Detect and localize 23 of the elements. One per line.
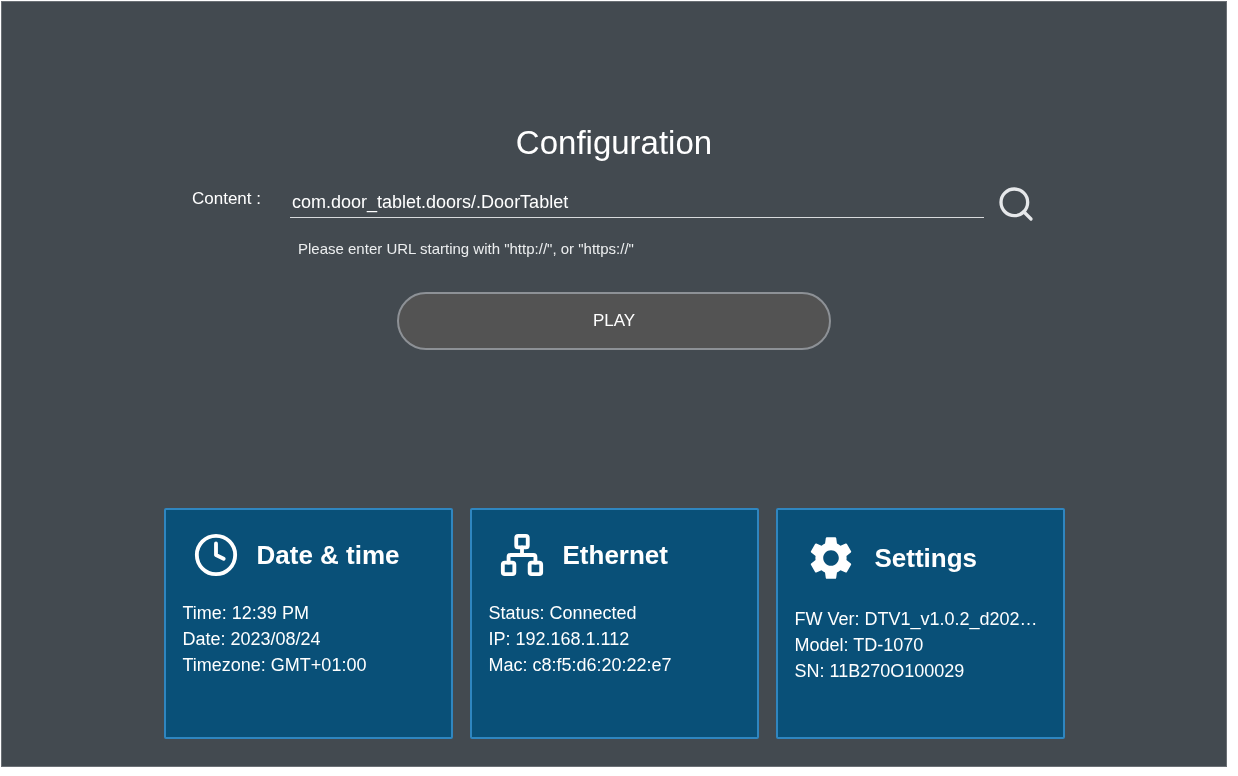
info-line: Status: Connected [488, 602, 638, 625]
content-field[interactable]: com.door_tablet.doors/.DoorTablet [290, 190, 984, 218]
content-label: Content : [192, 189, 262, 209]
play-button[interactable]: PLAY [397, 292, 831, 350]
info-line: Time: 12:39 PM [182, 602, 310, 625]
info-card[interactable]: Settings FW Ver: DTV1_v1.0.2_d202… Model: TD-1070 SN: 11B270O100029 [775, 508, 1065, 739]
clock-icon [192, 532, 239, 578]
card-title: Settings [874, 542, 978, 574]
network-icon [498, 532, 545, 578]
card-title: Date & time [256, 539, 400, 571]
info-card[interactable]: Date & time Time: 12:39 PM Date: 2023/08/24 Timezone: GMT+01:00 [163, 508, 453, 739]
info-line: IP: 192.168.1.112 [488, 628, 631, 651]
info-card[interactable]: Ethernet Status: Connected IP: 192.168.1.112 Mac: c8:f5:d6:20:22:e7 [469, 508, 759, 739]
info-line: Timezone: GMT+01:00 [182, 654, 368, 677]
card-title: Ethernet [562, 539, 668, 571]
search-button[interactable] [996, 184, 1036, 224]
info-line: FW Ver: DTV1_v1.0.2_d202… [794, 608, 1039, 632]
info-line: Date: 2023/08/24 [182, 628, 322, 651]
hint-text: Please enter URL starting with "http://", or "https://" [298, 240, 634, 257]
page-title: Configuration [515, 124, 713, 162]
info-line: SN: 11B270O100029 [794, 660, 966, 683]
info-line: Model: TD-1070 [794, 634, 925, 657]
info-line: Mac: c8:f5:d6:20:22:e7 [488, 654, 673, 677]
